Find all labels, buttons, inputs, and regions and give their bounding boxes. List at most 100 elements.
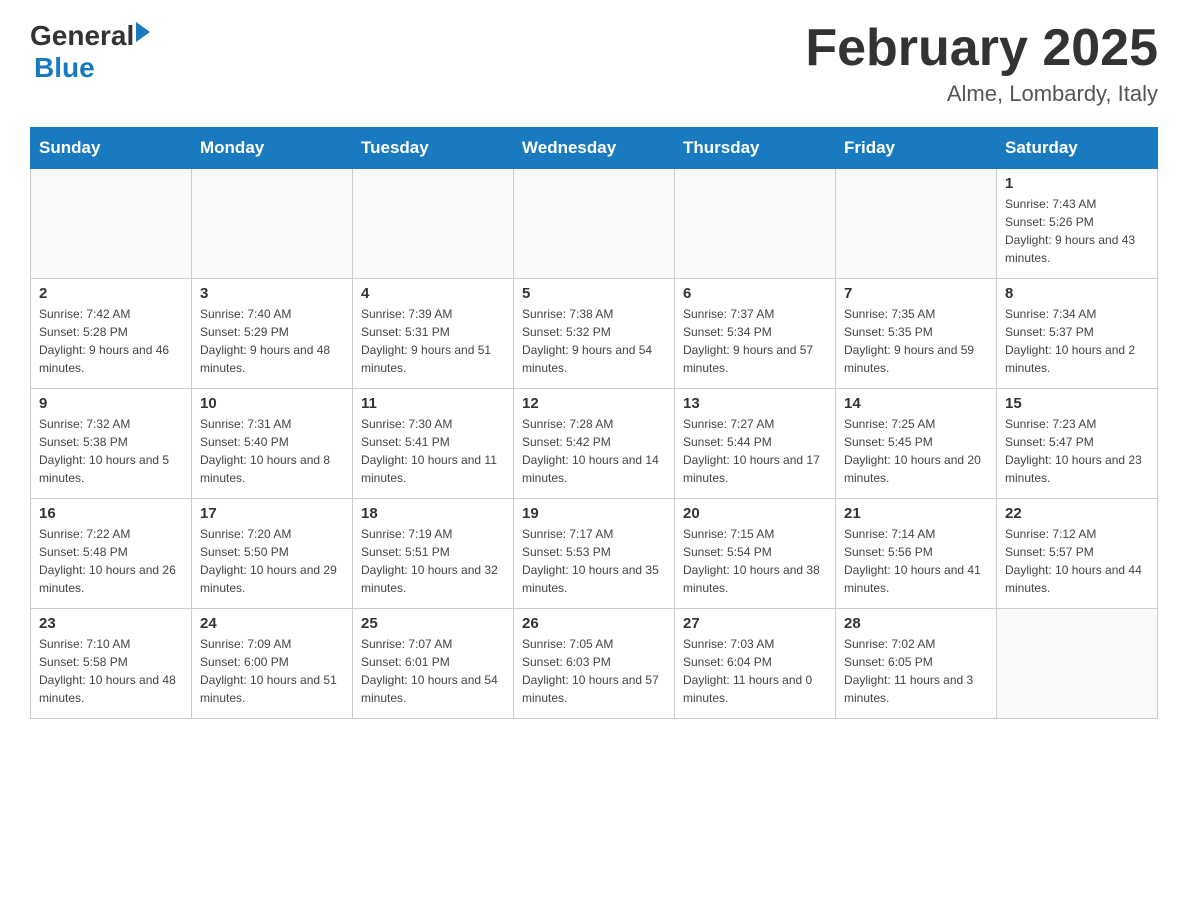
day-info: Sunrise: 7:39 AM Sunset: 5:31 PM Dayligh…	[361, 305, 505, 377]
calendar-day-cell: 15 Sunrise: 7:23 AM Sunset: 5:47 PM Dayli…	[997, 389, 1158, 499]
day-info: Sunrise: 7:03 AM Sunset: 6:04 PM Dayligh…	[683, 635, 827, 707]
day-number: 18	[361, 505, 505, 522]
day-number: 8	[1005, 285, 1149, 302]
calendar-day-cell: 24 Sunrise: 7:09 AM Sunset: 6:00 PM Dayli…	[192, 609, 353, 719]
day-info: Sunrise: 7:15 AM Sunset: 5:54 PM Dayligh…	[683, 525, 827, 597]
day-number: 3	[200, 285, 344, 302]
day-number: 13	[683, 395, 827, 412]
day-info: Sunrise: 7:17 AM Sunset: 5:53 PM Dayligh…	[522, 525, 666, 597]
day-number: 28	[844, 615, 988, 632]
day-number: 12	[522, 395, 666, 412]
calendar-week-row: 1Sunrise: 7:43 AM Sunset: 5:26 PM Daylig…	[31, 169, 1158, 279]
day-number: 4	[361, 285, 505, 302]
day-number: 7	[844, 285, 988, 302]
calendar-week-row: 2 Sunrise: 7:42 AM Sunset: 5:28 PM Daylig…	[31, 279, 1158, 389]
day-number: 26	[522, 615, 666, 632]
calendar-day-cell: 18 Sunrise: 7:19 AM Sunset: 5:51 PM Dayli…	[353, 499, 514, 609]
calendar-day-cell: 6Sunrise: 7:37 AM Sunset: 5:34 PM Daylig…	[675, 279, 836, 389]
day-number: 20	[683, 505, 827, 522]
calendar-day-cell	[31, 169, 192, 279]
calendar-header-row: SundayMondayTuesdayWednesdayThursdayFrid…	[31, 128, 1158, 169]
day-info: Sunrise: 7:32 AM Sunset: 5:38 PM Dayligh…	[39, 415, 183, 487]
location-title: Alme, Lombardy, Italy	[805, 81, 1158, 107]
calendar-day-cell: 3 Sunrise: 7:40 AM Sunset: 5:29 PM Daylig…	[192, 279, 353, 389]
day-info: Sunrise: 7:42 AM Sunset: 5:28 PM Dayligh…	[39, 305, 183, 377]
day-info: Sunrise: 7:14 AM Sunset: 5:56 PM Dayligh…	[844, 525, 988, 597]
day-info: Sunrise: 7:07 AM Sunset: 6:01 PM Dayligh…	[361, 635, 505, 707]
day-info: Sunrise: 7:19 AM Sunset: 5:51 PM Dayligh…	[361, 525, 505, 597]
day-info: Sunrise: 7:28 AM Sunset: 5:42 PM Dayligh…	[522, 415, 666, 487]
calendar-week-row: 23 Sunrise: 7:10 AM Sunset: 5:58 PM Dayli…	[31, 609, 1158, 719]
day-number: 10	[200, 395, 344, 412]
day-info: Sunrise: 7:34 AM Sunset: 5:37 PM Dayligh…	[1005, 305, 1149, 377]
day-info: Sunrise: 7:05 AM Sunset: 6:03 PM Dayligh…	[522, 635, 666, 707]
day-number: 17	[200, 505, 344, 522]
calendar-day-cell: 10 Sunrise: 7:31 AM Sunset: 5:40 PM Dayli…	[192, 389, 353, 499]
logo-general-text: General	[30, 20, 134, 52]
day-info: Sunrise: 7:30 AM Sunset: 5:41 PM Dayligh…	[361, 415, 505, 487]
day-number: 11	[361, 395, 505, 412]
day-number: 21	[844, 505, 988, 522]
calendar-day-cell: 11 Sunrise: 7:30 AM Sunset: 5:41 PM Dayli…	[353, 389, 514, 499]
calendar-day-cell	[836, 169, 997, 279]
day-number: 9	[39, 395, 183, 412]
logo-arrow-icon	[136, 22, 150, 42]
day-of-week-header: Tuesday	[353, 128, 514, 169]
calendar-day-cell: 12 Sunrise: 7:28 AM Sunset: 5:42 PM Dayli…	[514, 389, 675, 499]
calendar-day-cell: 19 Sunrise: 7:17 AM Sunset: 5:53 PM Dayli…	[514, 499, 675, 609]
calendar-table: SundayMondayTuesdayWednesdayThursdayFrid…	[30, 127, 1158, 719]
logo: General Blue	[30, 20, 150, 84]
day-info: Sunrise: 7:43 AM Sunset: 5:26 PM Dayligh…	[1005, 195, 1149, 267]
day-of-week-header: Wednesday	[514, 128, 675, 169]
calendar-day-cell: 8 Sunrise: 7:34 AM Sunset: 5:37 PM Daylig…	[997, 279, 1158, 389]
calendar-day-cell: 1Sunrise: 7:43 AM Sunset: 5:26 PM Daylig…	[997, 169, 1158, 279]
calendar-day-cell	[353, 169, 514, 279]
day-info: Sunrise: 7:25 AM Sunset: 5:45 PM Dayligh…	[844, 415, 988, 487]
calendar-day-cell: 14 Sunrise: 7:25 AM Sunset: 5:45 PM Dayli…	[836, 389, 997, 499]
calendar-day-cell: 28 Sunrise: 7:02 AM Sunset: 6:05 PM Dayli…	[836, 609, 997, 719]
day-number: 19	[522, 505, 666, 522]
month-title: February 2025	[805, 20, 1158, 77]
calendar-day-cell: 27 Sunrise: 7:03 AM Sunset: 6:04 PM Dayli…	[675, 609, 836, 719]
calendar-day-cell	[997, 609, 1158, 719]
calendar-day-cell: 9 Sunrise: 7:32 AM Sunset: 5:38 PM Daylig…	[31, 389, 192, 499]
day-info: Sunrise: 7:27 AM Sunset: 5:44 PM Dayligh…	[683, 415, 827, 487]
day-number: 24	[200, 615, 344, 632]
calendar-week-row: 9 Sunrise: 7:32 AM Sunset: 5:38 PM Daylig…	[31, 389, 1158, 499]
calendar-week-row: 16Sunrise: 7:22 AM Sunset: 5:48 PM Dayli…	[31, 499, 1158, 609]
day-of-week-header: Sunday	[31, 128, 192, 169]
day-info: Sunrise: 7:38 AM Sunset: 5:32 PM Dayligh…	[522, 305, 666, 377]
calendar-day-cell	[192, 169, 353, 279]
day-info: Sunrise: 7:31 AM Sunset: 5:40 PM Dayligh…	[200, 415, 344, 487]
header: General Blue February 2025 Alme, Lombard…	[30, 20, 1158, 107]
calendar-day-cell: 13 Sunrise: 7:27 AM Sunset: 5:44 PM Dayli…	[675, 389, 836, 499]
day-number: 22	[1005, 505, 1149, 522]
calendar-day-cell: 5Sunrise: 7:38 AM Sunset: 5:32 PM Daylig…	[514, 279, 675, 389]
calendar-day-cell: 4 Sunrise: 7:39 AM Sunset: 5:31 PM Daylig…	[353, 279, 514, 389]
day-info: Sunrise: 7:09 AM Sunset: 6:00 PM Dayligh…	[200, 635, 344, 707]
calendar-day-cell: 25Sunrise: 7:07 AM Sunset: 6:01 PM Dayli…	[353, 609, 514, 719]
calendar-day-cell: 20 Sunrise: 7:15 AM Sunset: 5:54 PM Dayli…	[675, 499, 836, 609]
calendar-day-cell: 23 Sunrise: 7:10 AM Sunset: 5:58 PM Dayli…	[31, 609, 192, 719]
day-info: Sunrise: 7:02 AM Sunset: 6:05 PM Dayligh…	[844, 635, 988, 707]
calendar-day-cell: 17 Sunrise: 7:20 AM Sunset: 5:50 PM Dayli…	[192, 499, 353, 609]
day-info: Sunrise: 7:40 AM Sunset: 5:29 PM Dayligh…	[200, 305, 344, 377]
day-info: Sunrise: 7:35 AM Sunset: 5:35 PM Dayligh…	[844, 305, 988, 377]
calendar-day-cell: 22 Sunrise: 7:12 AM Sunset: 5:57 PM Dayli…	[997, 499, 1158, 609]
calendar-day-cell: 16Sunrise: 7:22 AM Sunset: 5:48 PM Dayli…	[31, 499, 192, 609]
day-of-week-header: Thursday	[675, 128, 836, 169]
day-number: 15	[1005, 395, 1149, 412]
day-info: Sunrise: 7:12 AM Sunset: 5:57 PM Dayligh…	[1005, 525, 1149, 597]
day-info: Sunrise: 7:20 AM Sunset: 5:50 PM Dayligh…	[200, 525, 344, 597]
day-info: Sunrise: 7:10 AM Sunset: 5:58 PM Dayligh…	[39, 635, 183, 707]
day-number: 6	[683, 285, 827, 302]
day-info: Sunrise: 7:23 AM Sunset: 5:47 PM Dayligh…	[1005, 415, 1149, 487]
calendar-day-cell	[675, 169, 836, 279]
title-area: February 2025 Alme, Lombardy, Italy	[805, 20, 1158, 107]
day-number: 2	[39, 285, 183, 302]
day-number: 14	[844, 395, 988, 412]
day-number: 23	[39, 615, 183, 632]
day-of-week-header: Friday	[836, 128, 997, 169]
calendar-day-cell	[514, 169, 675, 279]
day-number: 27	[683, 615, 827, 632]
